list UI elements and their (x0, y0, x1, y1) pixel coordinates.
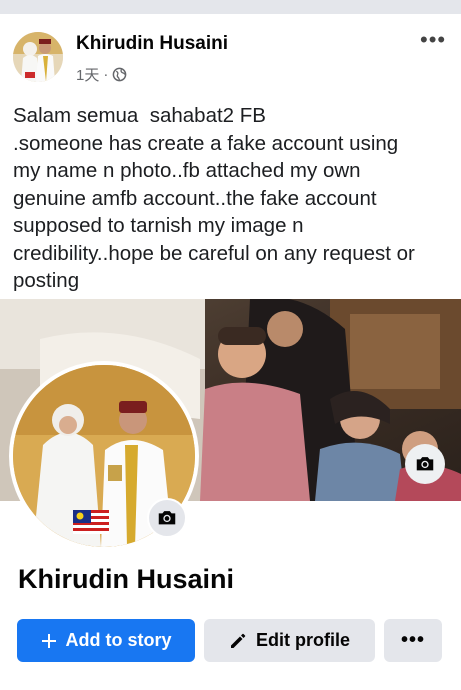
edit-cover-camera-button[interactable] (405, 444, 445, 484)
author-avatar-image (13, 32, 63, 82)
author-name[interactable]: Khirudin Husaini (76, 33, 228, 55)
post-meta: 1天 · (76, 64, 127, 85)
post-time[interactable]: 1天 (76, 64, 99, 85)
edit-profile-button[interactable]: Edit profile (204, 619, 375, 662)
profile-name: Khirudin Husaini (18, 564, 234, 594)
camera-icon (158, 511, 176, 525)
plus-icon (41, 633, 56, 648)
more-horizontal-icon: ••• (400, 629, 425, 651)
post-text: Salam semua sahabat2 FB .someone has cre… (13, 102, 453, 295)
edit-profile-label: Edit profile (256, 630, 350, 650)
globe-icon[interactable] (112, 67, 127, 82)
add-to-story-button[interactable]: Add to story (17, 619, 195, 662)
post-text-line: credibility..hope be careful on any requ… (13, 241, 415, 265)
post-text-line: genuine amfb account..the fake account (13, 186, 377, 210)
post-header: Khirudin Husaini 1天 · ••• (0, 14, 461, 94)
author-avatar[interactable] (13, 32, 63, 82)
post-text-line: supposed to tarnish my image n (13, 214, 304, 237)
more-horizontal-icon[interactable]: ••• (420, 29, 446, 51)
post-text-line: .someone has create a fake account using (13, 131, 399, 155)
post-text-line: posting (13, 269, 80, 292)
pencil-icon (231, 633, 246, 648)
camera-icon (416, 457, 434, 471)
edit-profile-photo-camera-button[interactable] (147, 498, 187, 538)
add-to-story-label: Add to story (65, 630, 172, 650)
post-text-line: Salam semua sahabat2 FB (13, 104, 266, 127)
meta-separator: · (103, 66, 109, 83)
post-text-line: my name n photo..fb attached my own (13, 159, 361, 182)
post-card: Khirudin Husaini 1天 · ••• Salam semua sa… (0, 14, 461, 690)
profile-more-button[interactable]: ••• (384, 619, 442, 662)
